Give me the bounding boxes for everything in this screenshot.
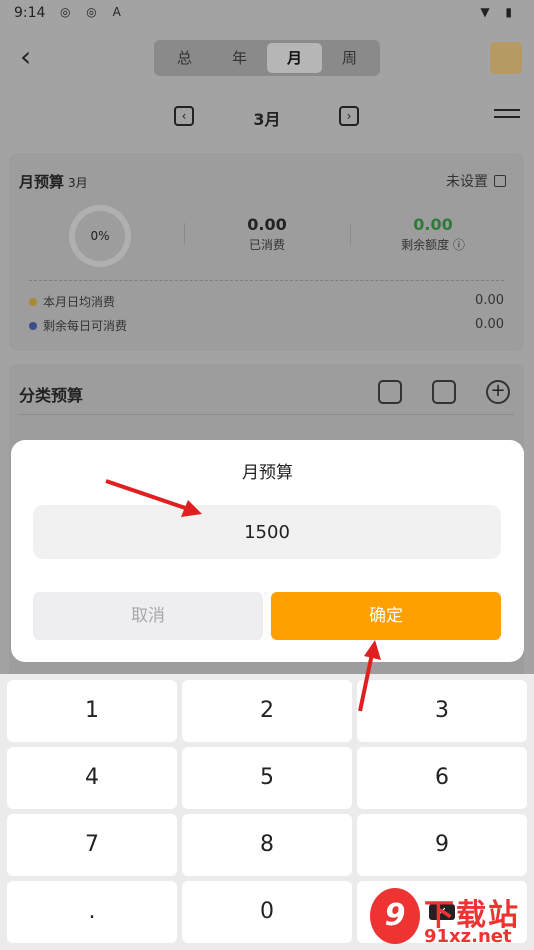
notification-icons: ◎ ◎ A	[60, 5, 127, 19]
tab-week[interactable]: 周	[322, 43, 377, 73]
divider	[19, 414, 514, 415]
daily-remaining-row: 剩余每日可消费 0.00	[29, 317, 504, 334]
spent-label: 已消费	[248, 238, 285, 252]
amount-input[interactable]	[33, 505, 501, 559]
period-tabs: 总 年 月 周	[154, 40, 380, 76]
remaining-stat: 0.00 剩余额度 ⓘ	[358, 215, 508, 253]
daily-remaining-value: 0.00	[475, 317, 504, 332]
filter-icon[interactable]	[494, 104, 520, 128]
dialog-title: 月预算	[242, 463, 293, 483]
key-1[interactable]: 1	[7, 680, 177, 742]
remaining-value: 0.00	[413, 215, 453, 234]
key-2[interactable]: 2	[182, 680, 352, 742]
dashed-divider	[29, 280, 504, 281]
progress-ring: 0%	[69, 205, 131, 267]
daily-average-label: 本月日均消费	[43, 295, 116, 309]
budget-status[interactable]: 未设置	[446, 171, 506, 191]
category-budget-title: 分类预算	[19, 386, 84, 405]
daily-remaining-label: 剩余每日可消费	[43, 319, 128, 333]
wifi-battery-icons: ▼ ▮	[480, 5, 518, 19]
month-label: 3月	[253, 110, 281, 129]
divider	[350, 223, 351, 245]
watermark-logo: 9	[370, 888, 420, 944]
key-6[interactable]: 6	[357, 747, 527, 809]
status-bar: 9:14 ◎ ◎ A ▼ ▮	[0, 0, 534, 28]
dot-icon	[29, 298, 37, 306]
monthly-budget-card: 月预算 3月 未设置 0% 0.00 已消费 0.00 剩余额度 ⓘ 本月日均消费…	[9, 153, 524, 351]
avatar[interactable]	[490, 42, 522, 74]
status-time: 9:14	[14, 5, 46, 21]
key-4[interactable]: 4	[7, 747, 177, 809]
trash-icon[interactable]	[432, 380, 456, 404]
daily-average-row: 本月日均消费 0.00	[29, 293, 504, 310]
key-9[interactable]: 9	[357, 814, 527, 876]
daily-average-value: 0.00	[475, 293, 504, 308]
back-arrow-icon[interactable]: ‹	[20, 42, 50, 72]
watermark: 9 下载站 91xz.net	[370, 888, 530, 948]
key-8[interactable]: 8	[182, 814, 352, 876]
edit-icon	[494, 175, 506, 187]
key-dot[interactable]: .	[7, 881, 177, 943]
dot-icon	[29, 322, 37, 330]
monthly-budget-month: 3月	[68, 176, 88, 190]
spent-stat: 0.00 已消费	[192, 215, 342, 253]
spent-value: 0.00	[247, 215, 287, 234]
tab-total[interactable]: 总	[157, 43, 212, 73]
tab-year[interactable]: 年	[212, 43, 267, 73]
key-7[interactable]: 7	[7, 814, 177, 876]
budget-dialog: 月预算 取消 确定	[11, 440, 524, 662]
cancel-button[interactable]: 取消	[33, 592, 263, 640]
confirm-button[interactable]: 确定	[271, 592, 501, 640]
category-budget-actions: +	[378, 380, 510, 404]
chevron-left-icon[interactable]: ‹	[174, 106, 194, 126]
key-0[interactable]: 0	[182, 881, 352, 943]
monthly-budget-title: 月预算 3月	[19, 173, 88, 191]
tab-month[interactable]: 月	[267, 43, 322, 73]
remaining-label: 剩余额度 ⓘ	[401, 238, 465, 252]
watermark-url: 91xz.net	[424, 926, 512, 947]
edit-icon[interactable]	[378, 380, 402, 404]
chevron-right-icon[interactable]: ›	[339, 106, 359, 126]
add-icon[interactable]: +	[486, 380, 510, 404]
divider	[184, 223, 185, 245]
key-3[interactable]: 3	[357, 680, 527, 742]
key-5[interactable]: 5	[182, 747, 352, 809]
